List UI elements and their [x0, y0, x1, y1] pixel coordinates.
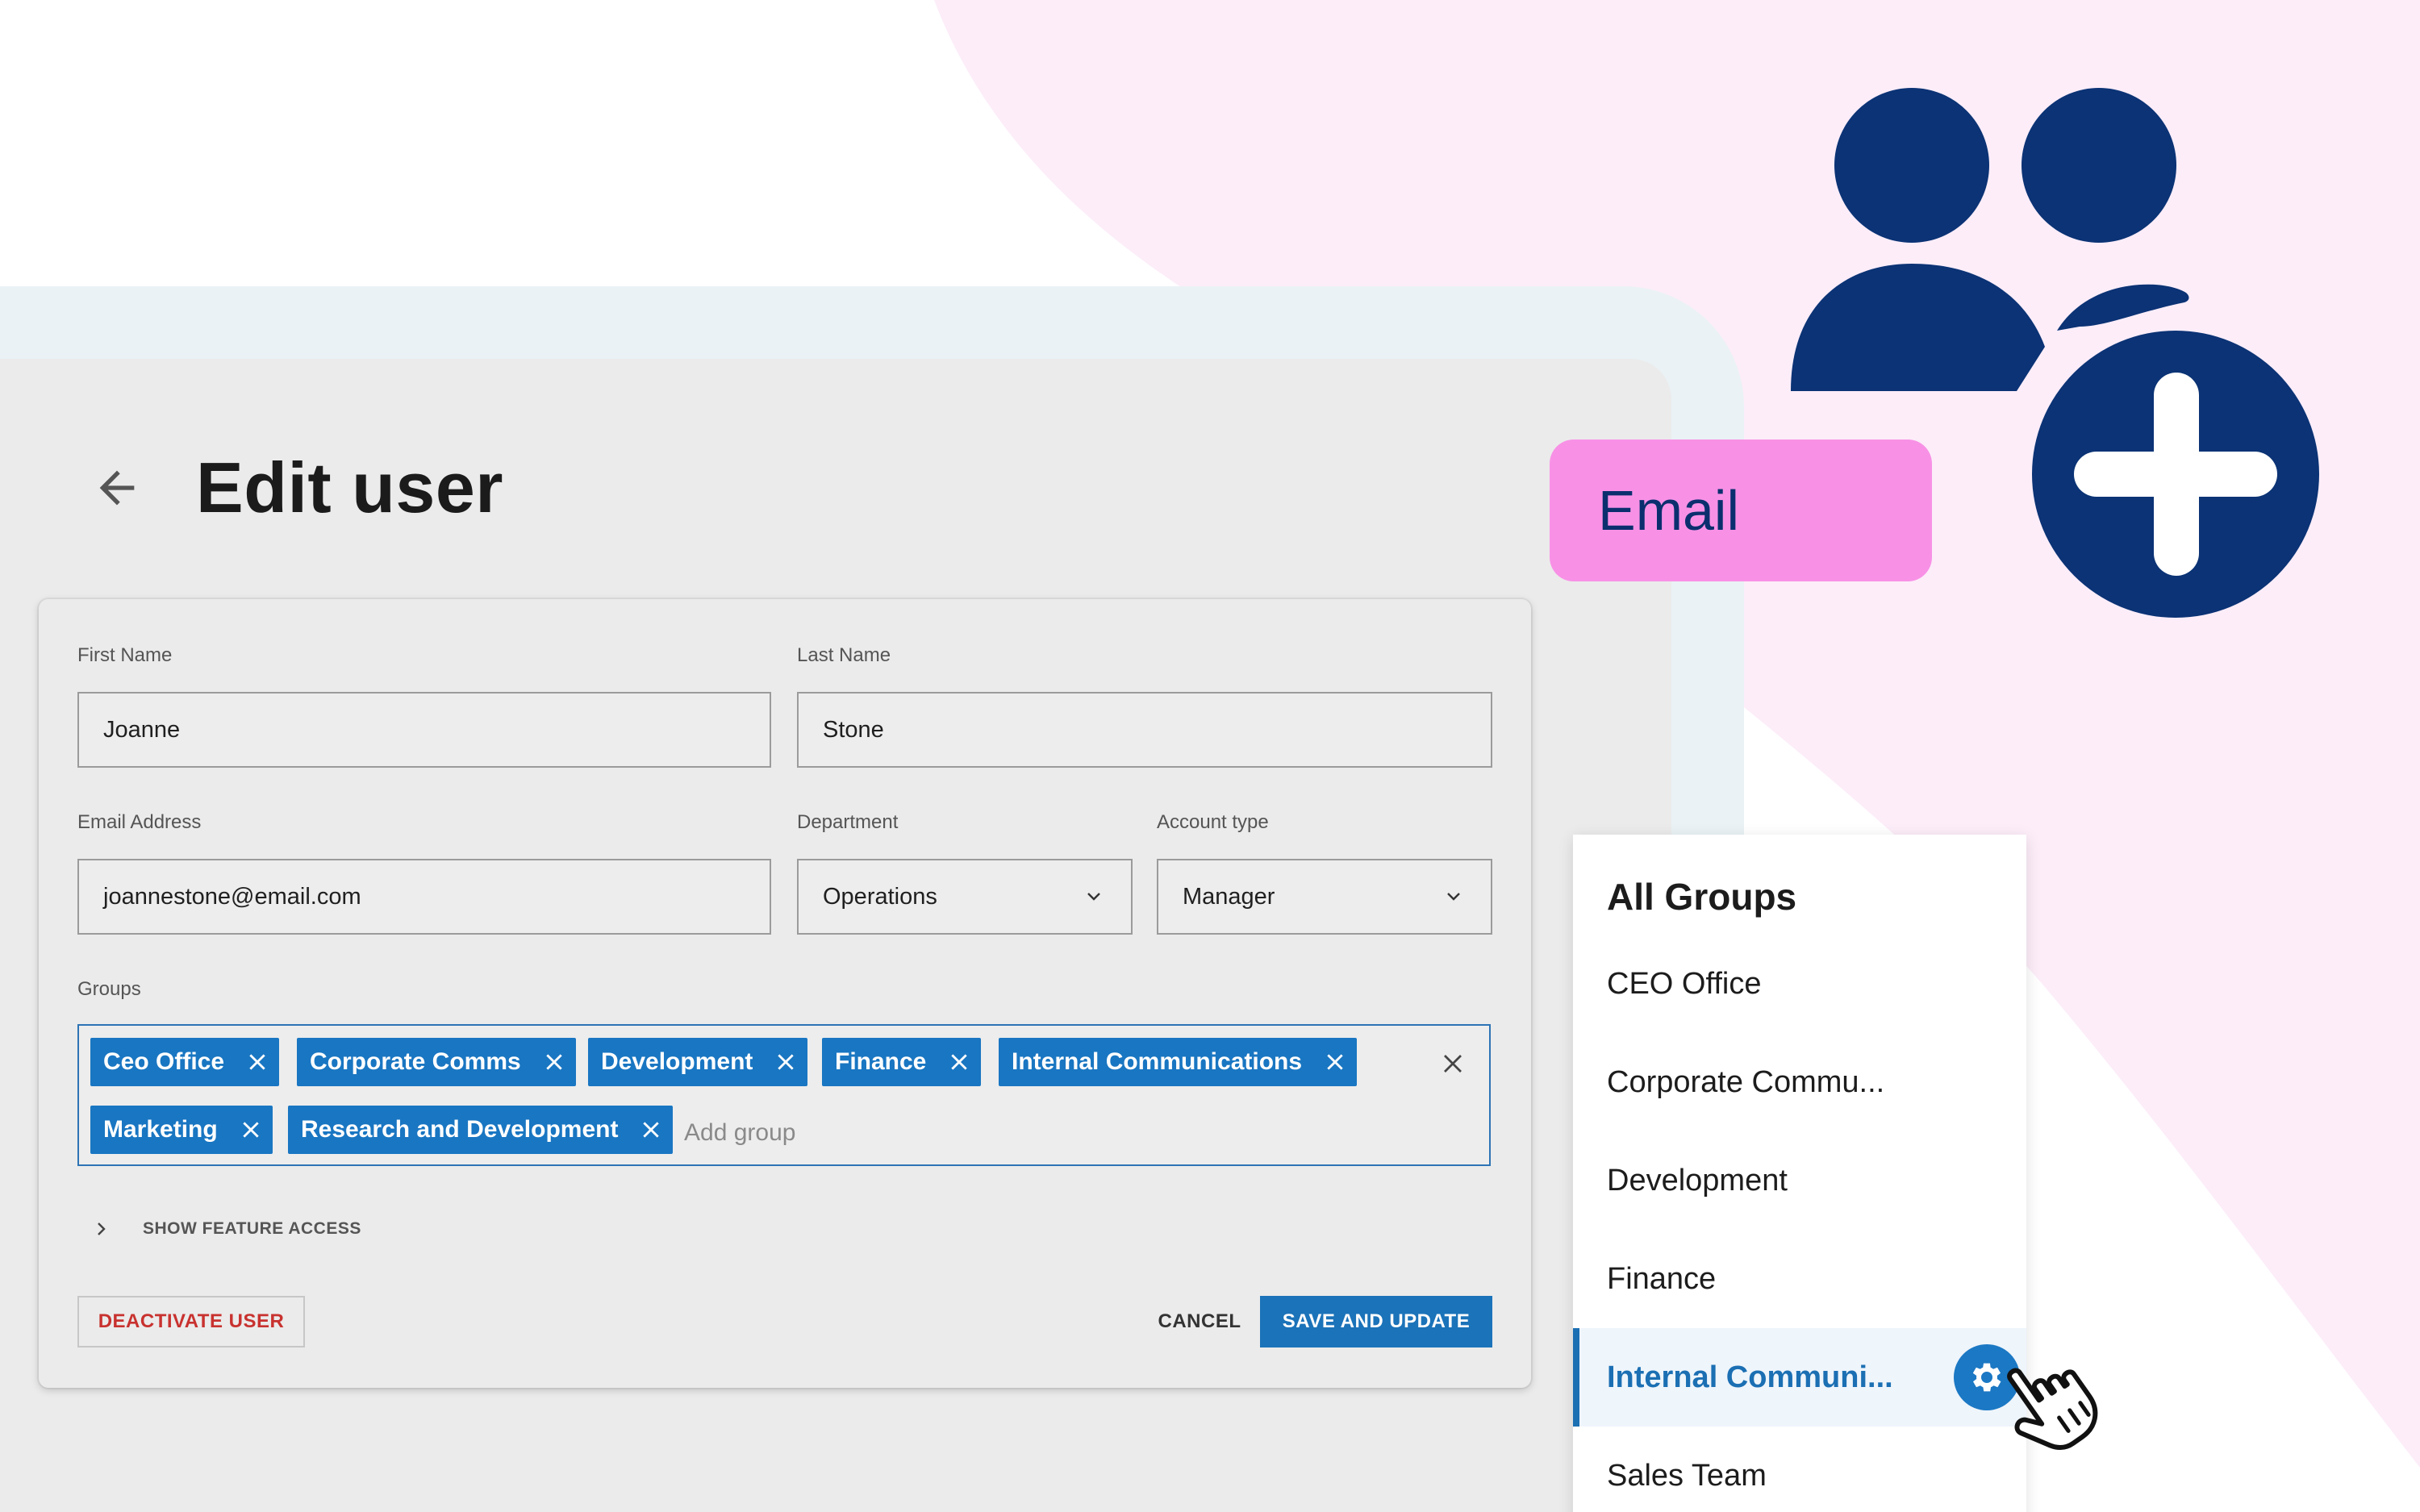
- deactivate-user-button[interactable]: DEACTIVATE USER: [77, 1296, 305, 1347]
- all-groups-dropdown: All Groups CEO Office Corporate Commu...…: [1573, 835, 2026, 1512]
- chevron-right-icon: [98, 1223, 106, 1235]
- close-icon[interactable]: [774, 1050, 798, 1074]
- close-icon[interactable]: [542, 1050, 566, 1074]
- dropdown-item[interactable]: Finance: [1573, 1230, 2026, 1328]
- close-icon[interactable]: [239, 1118, 263, 1142]
- show-feature-access-label: SHOW FEATURE ACCESS: [143, 1219, 361, 1238]
- page-title: Edit user: [196, 448, 504, 527]
- save-and-update-button[interactable]: SAVE AND UPDATE: [1260, 1296, 1492, 1347]
- group-chip-label: Research and Development: [301, 1116, 619, 1143]
- group-chip: Finance: [822, 1038, 982, 1086]
- group-chip-label: Internal Communications: [1012, 1048, 1303, 1075]
- email-tag: Email: [1550, 439, 1932, 581]
- group-chip: Research and Development: [288, 1106, 674, 1154]
- close-icon[interactable]: [245, 1050, 269, 1074]
- group-chip: Corporate Comms: [297, 1038, 576, 1086]
- group-chip-label: Marketing: [103, 1116, 218, 1143]
- group-chip: Marketing: [90, 1106, 273, 1154]
- cancel-button[interactable]: CANCEL: [1118, 1296, 1281, 1347]
- dropdown-item-label: Internal Communi...: [1607, 1360, 1893, 1394]
- hand-cursor-icon: [2007, 1368, 2098, 1451]
- group-chip-label: Corporate Comms: [310, 1048, 521, 1075]
- group-chip-label: Finance: [835, 1048, 927, 1075]
- dropdown-item[interactable]: Corporate Commu...: [1573, 1033, 2026, 1131]
- group-chip: Ceo Office: [90, 1038, 280, 1086]
- email-address-label: Email Address: [77, 811, 202, 833]
- first-name-field[interactable]: Joanne: [77, 692, 771, 768]
- dropdown-item[interactable]: CEO Office: [1573, 935, 2026, 1033]
- groups-input[interactable]: Ceo Office Corporate Comms Development F…: [77, 1024, 1491, 1166]
- department-label: Department: [797, 811, 899, 833]
- chevron-down-icon: [1087, 893, 1100, 901]
- account-type-label: Account type: [1157, 811, 1269, 833]
- close-icon[interactable]: [1323, 1050, 1347, 1074]
- close-icon[interactable]: [639, 1118, 663, 1142]
- page-header: Edit user: [85, 444, 503, 532]
- group-chip: Development: [588, 1038, 808, 1086]
- dropdown-item-active[interactable]: Internal Communi...: [1573, 1328, 2026, 1427]
- arrow-left-icon[interactable]: [85, 456, 149, 520]
- group-chip: Internal Communications: [999, 1038, 1358, 1086]
- group-chip-label: Ceo Office: [103, 1048, 225, 1075]
- dropdown-item[interactable]: Sales Team: [1573, 1427, 2026, 1512]
- show-feature-access-toggle[interactable]: SHOW FEATURE ACCESS: [91, 1219, 361, 1239]
- clear-all-icon[interactable]: [1439, 1050, 1467, 1077]
- email-field[interactable]: joannestone@email.com: [77, 859, 771, 935]
- add-group-input[interactable]: Add group: [684, 1119, 795, 1147]
- edit-user-form: First Name Joanne Last Name Stone Email …: [39, 599, 1531, 1388]
- last-name-field[interactable]: Stone: [797, 692, 1492, 768]
- dropdown-item[interactable]: Development: [1573, 1131, 2026, 1230]
- account-type-value: Manager: [1183, 883, 1275, 910]
- department-value: Operations: [823, 883, 937, 910]
- first-name-label: First Name: [77, 644, 173, 666]
- last-name-label: Last Name: [797, 644, 891, 666]
- close-icon[interactable]: [947, 1050, 971, 1074]
- groups-label: Groups: [77, 978, 141, 1000]
- group-chip-label: Development: [601, 1048, 753, 1075]
- dropdown-title: All Groups: [1607, 876, 1797, 918]
- account-type-select[interactable]: Manager: [1157, 859, 1492, 935]
- department-select[interactable]: Operations: [797, 859, 1133, 935]
- chevron-down-icon: [1447, 893, 1460, 901]
